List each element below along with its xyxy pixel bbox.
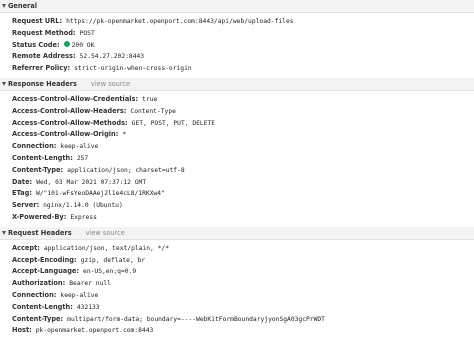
header-row: ETag: W/"101-wFsYeoDAAej2l1e4cL8/1RKXw4" [0, 188, 474, 200]
header-value: 432133 [76, 303, 100, 311]
header-key: Accept-Encoding: [12, 255, 77, 264]
general-section: Request URL: https://pk-openmarket.openpo… [0, 16, 474, 75]
header-value: application/json, text/plain, */* [43, 244, 170, 252]
header-row: Accept-Language: en-US,en;q=0.9 [0, 266, 474, 278]
header-row: Accept: application/json, text/plain, */* [0, 243, 474, 255]
header-row: Server: nginx/1.14.0 (Ubuntu) [0, 200, 474, 212]
header-value: Content-Type [130, 107, 176, 115]
header-row: Request URL: https://pk-openmarket.openpo… [0, 16, 474, 28]
header-key: Request Method: [12, 28, 76, 37]
view-source-link[interactable]: view source [91, 78, 130, 90]
header-value: Wed, 03 Mar 2021 07:37:12 GMT [36, 178, 147, 186]
header-key: Content-Type: [12, 314, 64, 323]
header-value: multipart/form-data; boundary=----WebKit… [67, 315, 325, 323]
header-row: Connection: keep-alive [0, 290, 474, 302]
header-value: GET, POST, PUT, DELETE [131, 119, 216, 127]
header-key: Status Code: [12, 40, 60, 49]
header-key: Access-Control-Allow-Methods: [12, 118, 128, 127]
header-key: Accept: [12, 243, 40, 252]
header-value: true [142, 95, 158, 103]
header-value: * [122, 131, 127, 139]
header-row: Content-Type: application/json; charset=u… [0, 165, 474, 177]
header-value: 52.54.27.202:8443 [79, 53, 145, 61]
header-key: Connection: [12, 142, 57, 151]
header-key: X-Powered-By: [12, 212, 67, 221]
header-value: en-US,en;q=0.9 [83, 268, 137, 276]
header-key: Server: [12, 201, 40, 210]
header-row: Accept-Encoding: gzip, deflate, br [0, 255, 474, 267]
header-key: Referrer Policy: [12, 64, 71, 73]
header-value: https://pk-openmarket.openport.com:8443/… [66, 18, 294, 25]
header-key: Access-Control-Allow-Headers: [12, 106, 127, 115]
header-row: Host: pk-openmarket.openport.com:8443 [0, 325, 474, 337]
status-ok-icon [63, 41, 70, 48]
header-row: Access-Control-Allow-Headers: Content-Typ… [0, 106, 474, 118]
view-source-link[interactable]: view source [86, 227, 125, 239]
header-key: Authorization: [12, 279, 66, 288]
header-value: gzip, deflate, br [80, 256, 146, 264]
header-row: Date: Wed, 03 Mar 2021 07:37:12 GMT [0, 177, 474, 189]
header-row: Access-Control-Allow-Origin: * [0, 129, 474, 141]
response-headers-section-header[interactable]: Response Headers view source [0, 77, 474, 91]
header-row: Content-Length: 432133 [0, 302, 474, 314]
header-row: Content-Type: multipart/form-data; bounda… [0, 314, 474, 326]
header-value: Express [70, 213, 97, 221]
triangle-down-icon[interactable] [2, 81, 6, 86]
header-value: application/json; charset=utf-8 [67, 166, 185, 174]
header-value: 200 OK [71, 41, 95, 49]
header-key: Connection: [12, 290, 57, 299]
header-value: W/"101-wFsYeoDAAej2l1e4cL8/1RKXw4" [35, 190, 165, 198]
header-value: nginx/1.14.0 (Ubuntu) [43, 202, 123, 210]
header-key: Content-Type: [12, 165, 64, 174]
header-row: Connection: keep-alive [0, 141, 474, 153]
header-key: Content-Length: [12, 302, 73, 311]
response-headers-section: Access-Control-Allow-Credentials: true Ac… [0, 94, 474, 224]
header-row: Request Method: POST [0, 28, 474, 40]
section-title: General [8, 2, 38, 10]
header-value: keep-alive [60, 143, 99, 151]
triangle-down-icon[interactable] [2, 230, 6, 235]
header-key: Access-Control-Allow-Origin: [12, 130, 119, 139]
header-value: POST [79, 29, 95, 37]
header-key: Remote Address: [12, 52, 76, 61]
header-row: Remote Address: 52.54.27.202:8443 [0, 51, 474, 63]
request-headers-section: Accept: application/json, text/plain, */*… [0, 243, 474, 337]
header-value: 257 [76, 154, 89, 162]
header-value: Bearer null [69, 280, 111, 288]
header-key: ETag: [12, 189, 32, 198]
header-row: Content-Length: 257 [0, 153, 474, 165]
section-title: Response Headers [8, 79, 77, 88]
header-key: Access-Control-Allow-Credentials: [12, 94, 139, 103]
header-row: Status Code: 200 OK [0, 40, 474, 52]
header-row: Authorization: Bearer null [0, 278, 474, 290]
header-value: pk-openmarket.openport.com:8443 [35, 327, 154, 335]
header-value: keep-alive [60, 291, 99, 299]
general-section-header[interactable]: General [0, 0, 474, 13]
header-row: Access-Control-Allow-Credentials: true [0, 94, 474, 106]
section-title: Request Headers [8, 228, 72, 237]
header-row: Referrer Policy: strict-origin-when-cross… [0, 63, 474, 75]
header-key: Date: [12, 177, 33, 186]
header-key: Content-Length: [12, 153, 73, 162]
header-key: Request URL: [12, 17, 63, 25]
header-row: X-Powered-By: Express [0, 212, 474, 224]
header-row: Access-Control-Allow-Methods: GET, POST, … [0, 118, 474, 130]
header-value: strict-origin-when-cross-origin [74, 65, 192, 73]
triangle-down-icon[interactable] [2, 4, 6, 8]
request-headers-section-header[interactable]: Request Headers view source [0, 226, 474, 240]
header-key: Host: [12, 326, 32, 335]
header-key: Accept-Language: [12, 267, 80, 276]
